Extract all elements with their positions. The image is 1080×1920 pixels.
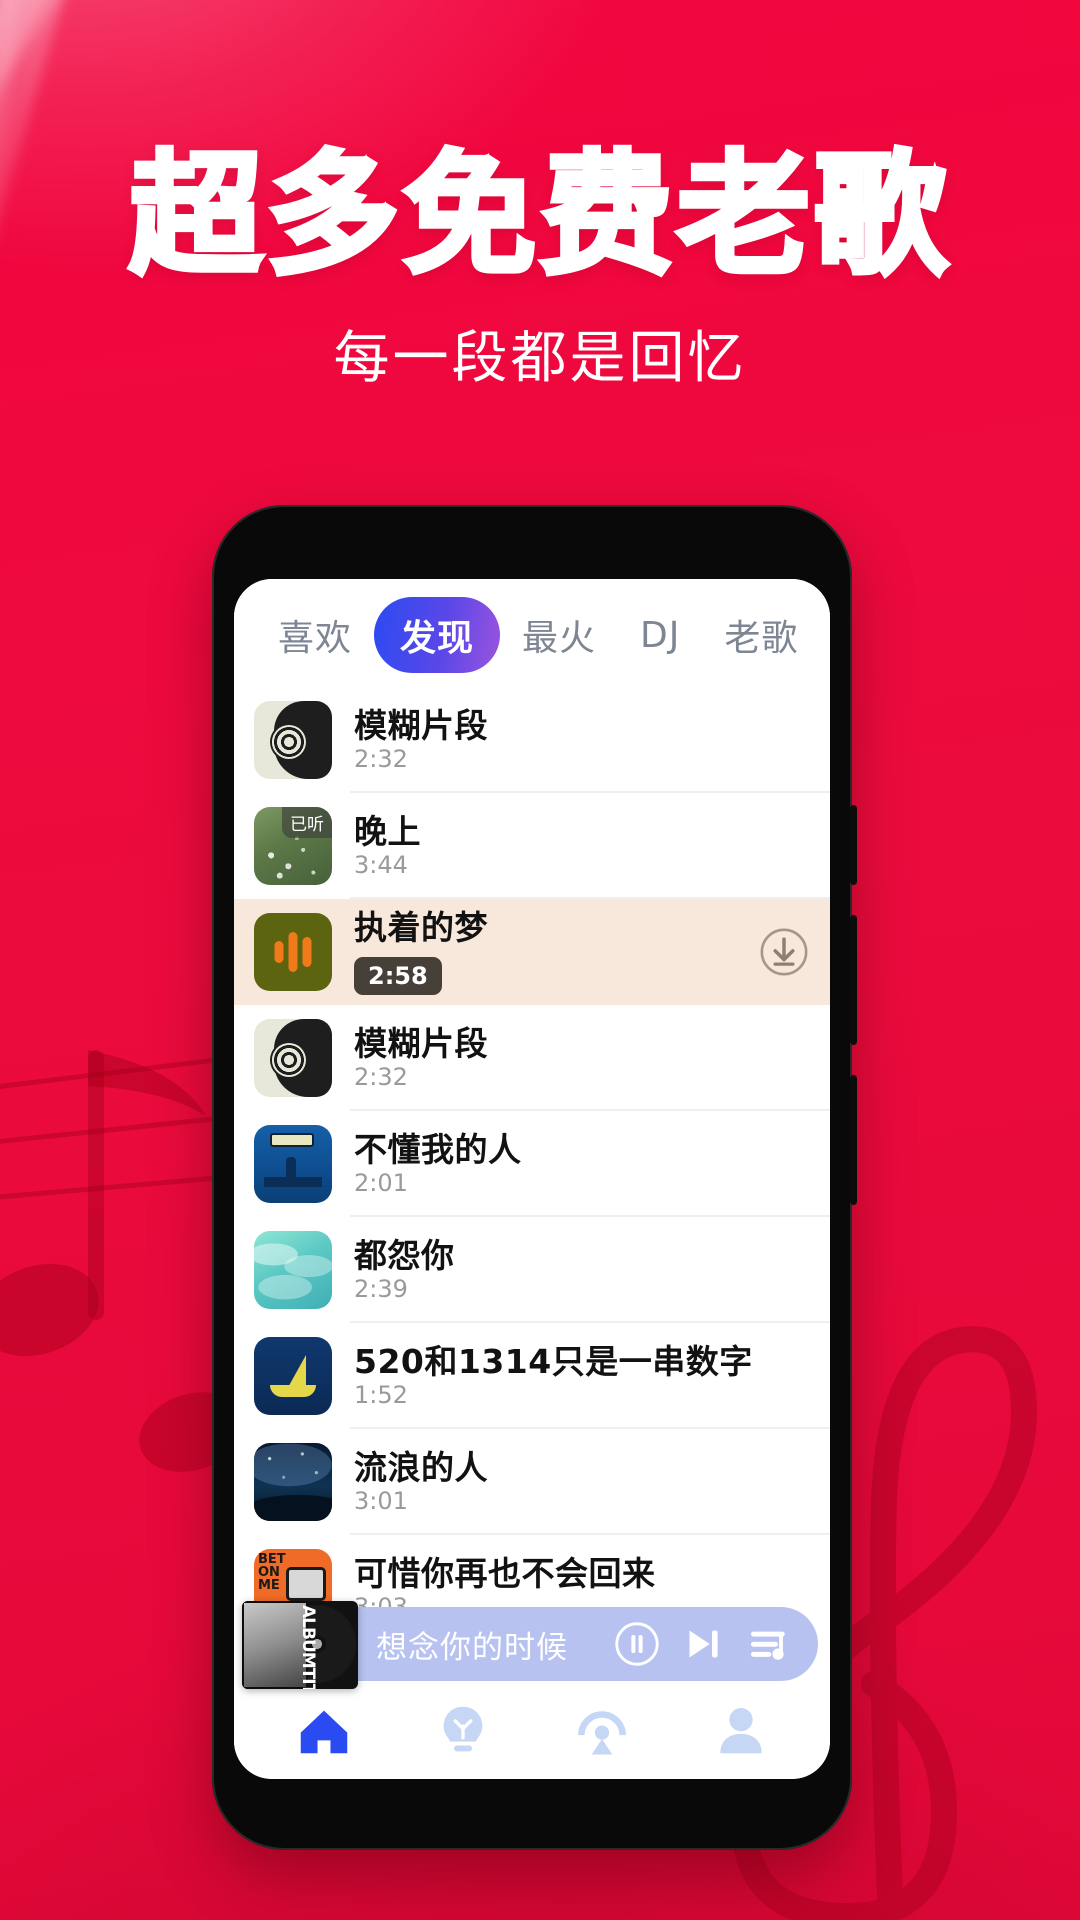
playlist-icon[interactable] [742,1617,796,1671]
song-title: 模糊片段 [354,707,488,745]
song-title: 晚上 [354,813,421,851]
poster-text-block: 超多免费老歌 每一段都是回忆 [0,0,1080,387]
tab-2[interactable]: 最火 [500,609,618,661]
song-duration: 2:32 [354,744,408,773]
song-meta: 可惜你再也不会回来 3:03 [332,1555,812,1607]
song-meta: 520和1314只是一串数字 1:52 [332,1343,812,1409]
bottom-navigation-bar[interactable] [234,1689,830,1779]
song-title: 520和1314只是一串数字 [354,1343,753,1381]
song-row[interactable]: 已听 晚上 3:44 [234,793,830,899]
page-title: 超多免费老歌 [127,139,951,293]
album-art [254,1231,332,1309]
song-row[interactable]: 流浪的人 3:01 [234,1429,830,1535]
song-title: 执着的梦 [354,909,488,947]
song-meta: 模糊片段 2:32 [332,707,812,773]
album-art [254,913,332,991]
song-title: 模糊片段 [354,1025,488,1063]
song-row[interactable]: 不懂我的人 2:01 [234,1111,830,1217]
song-duration: 3:44 [354,850,408,879]
spiral-shape [272,725,306,759]
poster-background: 超多免费老歌 每一段都是回忆 喜欢 发现 最火 DJ 老歌 模糊片段 2:32 已听 晚上 3:… [0,0,1080,1920]
album-art [254,701,332,779]
song-row[interactable]: 520和1314只是一串数字 1:52 [234,1323,830,1429]
song-title: 可惜你再也不会回来 [354,1555,656,1593]
song-meta: 模糊片段 2:32 [332,1025,812,1091]
now-playing-title: 想念你的时候 [376,1629,568,1666]
window-shape [270,1133,314,1147]
song-duration: 2:01 [354,1168,408,1197]
song-list[interactable]: 模糊片段 2:32 已听 晚上 3:44 执着的梦 2:58 模糊片段 2:32 不懂我的人 2:0… [234,687,830,1607]
album-art [254,1443,332,1521]
equalizer-bars [274,932,312,972]
song-row[interactable]: 模糊片段 2:32 [234,687,830,793]
tab-1[interactable]: 发现 [374,597,501,673]
profile-icon[interactable] [710,1699,772,1761]
page-subtitle: 每一段都是回忆 [333,326,747,391]
hull-shape [270,1385,316,1397]
song-row[interactable]: BET ON ME 可惜你再也不会回来 3:03 [234,1535,830,1607]
home-icon[interactable] [293,1699,355,1761]
next-track-icon[interactable] [676,1617,730,1671]
song-meta: 晚上 3:44 [332,813,812,879]
tab-3[interactable]: DJ [618,615,702,656]
download-icon[interactable] [756,924,812,980]
tab-0[interactable]: 喜欢 [256,609,374,661]
song-duration: 3:03 [354,1592,408,1607]
song-title: 不懂我的人 [354,1131,522,1169]
album-art [254,1125,332,1203]
bet-on-me-text: BET ON ME [258,1552,286,1593]
pause-icon[interactable] [610,1617,664,1671]
phone-mockup: 喜欢 发现 最火 DJ 老歌 模糊片段 2:32 已听 晚上 3:44 执着的梦 2:58 模糊片段 2… [212,505,857,1850]
song-meta: 流浪的人 3:01 [332,1449,812,1515]
song-row[interactable]: 模糊片段 2:32 [234,1005,830,1111]
album-art: 已听 [254,807,332,885]
wave-shape [254,1231,332,1309]
tv-shape [286,1567,326,1601]
song-title: 都怨你 [354,1237,455,1275]
song-duration: 1:52 [354,1380,408,1409]
listened-badge: 已听 [282,807,332,838]
album-title-text: ALBUMTITLE [298,1605,318,1689]
album-art [254,1019,332,1097]
category-tab-bar[interactable]: 喜欢 发现 最火 DJ 老歌 [234,579,830,687]
mini-player[interactable]: ALBUMTITLE 想念你的时候 [242,1601,818,1689]
song-title: 流浪的人 [354,1449,488,1487]
song-duration: 2:32 [354,1062,408,1091]
song-duration: 2:58 [354,956,442,995]
album-art [254,1337,332,1415]
hill-shape [254,1495,332,1521]
phone-side-button [850,1075,857,1205]
lightbulb-icon[interactable] [432,1699,494,1761]
song-duration: 3:01 [354,1486,408,1515]
mini-player-album-art: ALBUMTITLE [242,1601,358,1689]
app-screen: 喜欢 发现 最火 DJ 老歌 模糊片段 2:32 已听 晚上 3:44 执着的梦 2:58 模糊片段 2… [234,579,830,1779]
song-meta: 执着的梦 2:58 [332,909,756,995]
album-art: BET ON ME [254,1549,332,1607]
person-shape [286,1157,296,1179]
song-row[interactable]: 执着的梦 2:58 [234,899,830,1005]
spiral-shape [272,1043,306,1077]
song-meta: 都怨你 2:39 [332,1237,812,1303]
radio-icon[interactable] [571,1699,633,1761]
song-meta: 不懂我的人 2:01 [332,1131,812,1197]
phone-side-button [850,805,857,885]
song-duration: 2:39 [354,1274,408,1303]
tab-4[interactable]: 老歌 [702,609,820,661]
phone-side-button [850,915,857,1045]
song-row[interactable]: 都怨你 2:39 [234,1217,830,1323]
